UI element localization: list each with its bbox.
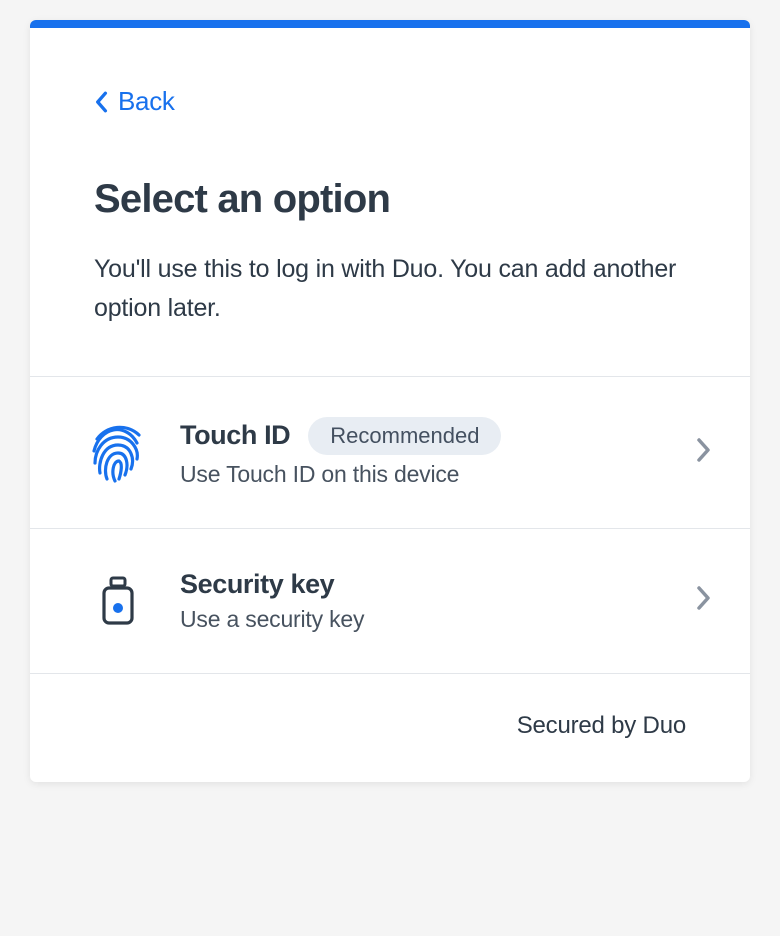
chevron-right-icon: [696, 585, 712, 616]
header-section: Back Select an option You'll use this to…: [30, 28, 750, 376]
option-touch-id[interactable]: Touch ID Recommended Use Touch ID on thi…: [30, 376, 750, 528]
option-title: Security key: [180, 569, 334, 600]
back-label: Back: [118, 86, 175, 117]
option-content: Touch ID Recommended Use Touch ID on thi…: [180, 417, 666, 488]
recommended-badge: Recommended: [308, 417, 501, 455]
option-subtitle: Use a security key: [180, 606, 666, 633]
footer: Secured by Duo: [30, 673, 750, 782]
option-title-row: Touch ID Recommended: [180, 417, 666, 455]
accent-bar: [30, 20, 750, 28]
back-button[interactable]: Back: [94, 86, 175, 117]
option-content: Security key Use a security key: [180, 569, 666, 633]
option-subtitle: Use Touch ID on this device: [180, 461, 666, 488]
page-description: You'll use this to log in with Duo. You …: [94, 250, 686, 328]
security-key-icon: [86, 569, 150, 633]
footer-text: Secured by Duo: [517, 712, 686, 739]
option-security-key[interactable]: Security key Use a security key: [30, 528, 750, 673]
page-title: Select an option: [94, 177, 686, 222]
chevron-left-icon: [94, 91, 108, 113]
option-title: Touch ID: [180, 420, 290, 451]
auth-option-card: Back Select an option You'll use this to…: [30, 20, 750, 782]
option-title-row: Security key: [180, 569, 666, 600]
fingerprint-icon: [86, 420, 150, 484]
chevron-right-icon: [696, 437, 712, 468]
